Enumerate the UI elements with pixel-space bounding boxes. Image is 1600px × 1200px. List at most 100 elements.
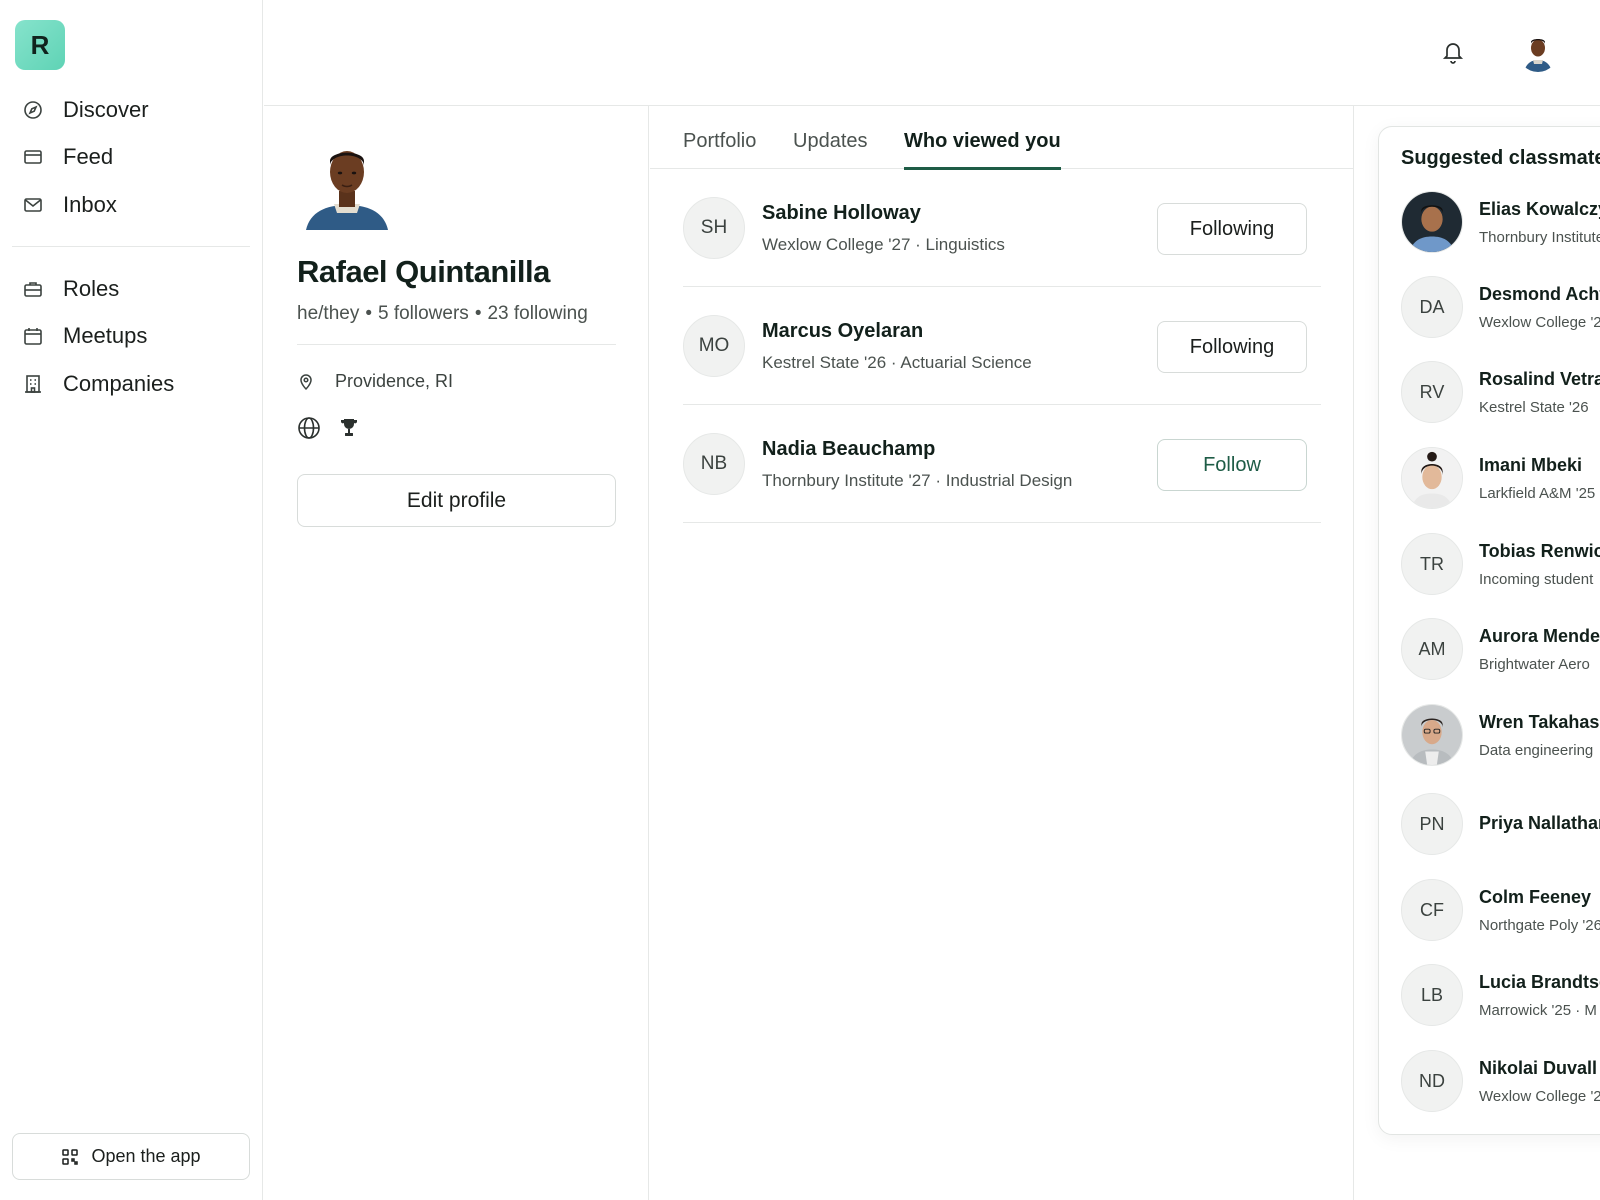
suggested-name[interactable]: Aurora Mendez	[1479, 626, 1600, 647]
nav-label: Companies	[63, 370, 175, 396]
viewer-row[interactable]: MO Marcus Oyelaran Kestrel State '26 · A…	[683, 287, 1321, 405]
meta-separator: •	[365, 303, 372, 324]
suggested-name[interactable]: Nikolai Duvall	[1479, 1058, 1597, 1079]
sidebar: R Discover Feed Inbox Roles Meetups Comp…	[0, 0, 263, 1200]
tab-updates[interactable]: Updates	[793, 130, 868, 167]
building-icon	[23, 374, 43, 394]
suggested-subtitle: Marrowick '25 · M	[1479, 1002, 1597, 1019]
suggested-name[interactable]: Colm Feeney	[1479, 887, 1591, 908]
viewer-row[interactable]: NB Nadia Beauchamp Thornbury Institute '…	[683, 405, 1321, 523]
nav-item-roles[interactable]: Roles	[12, 265, 250, 313]
suggested-item[interactable]: Imani Mbeki Larkfield A&M '25	[1401, 447, 1600, 511]
suggested-title: Suggested classmates	[1401, 147, 1600, 169]
suggested-item[interactable]: LB Lucia Brandtsen Marrowick '25 · M	[1401, 964, 1600, 1028]
suggested-item[interactable]: Wren Takahashi Data engineering	[1401, 704, 1600, 768]
suggested-photo-avatar	[1401, 191, 1463, 253]
suggested-photo-avatar	[1401, 704, 1463, 766]
suggested-avatar: CF	[1401, 879, 1463, 941]
nav-item-inbox[interactable]: Inbox	[12, 181, 250, 229]
followers-count[interactable]: 5 followers	[378, 303, 469, 324]
suggested-name[interactable]: Rosalind Vetrano	[1479, 369, 1600, 390]
profile-divider	[297, 344, 616, 345]
suggested-name[interactable]: Priya Nallathambi	[1479, 813, 1600, 834]
viewer-row[interactable]: SH Sabine Holloway Wexlow College '27 · …	[683, 169, 1321, 287]
suggested-item[interactable]: Elias Kowalczyk Thornbury Institute	[1401, 191, 1600, 255]
suggested-name[interactable]: Lucia Brandtsen	[1479, 972, 1600, 993]
suggested-item[interactable]: RV Rosalind Vetrano Kestrel State '26	[1401, 361, 1600, 425]
secondary-nav: Roles Meetups Companies	[12, 265, 250, 408]
globe-icon[interactable]	[297, 416, 321, 440]
open-app-button[interactable]: Open the app	[12, 1133, 250, 1180]
profile-pronouns: he/they	[297, 303, 360, 324]
viewer-subtitle: Wexlow College '27 · Linguistics	[762, 235, 1005, 254]
suggested-subtitle: Data engineering	[1479, 742, 1594, 759]
app-logo-letter: R	[30, 29, 50, 60]
nav-item-companies[interactable]: Companies	[12, 360, 250, 408]
viewer-avatar: SH	[683, 197, 745, 259]
main-panel: Portfolio Updates Who viewed you SH Sabi…	[650, 106, 1354, 1200]
tab-who-viewed-you[interactable]: Who viewed you	[904, 130, 1061, 170]
suggested-item[interactable]: TR Tobias Renwick Incoming student	[1401, 533, 1600, 597]
viewer-name[interactable]: Sabine Holloway	[762, 202, 921, 225]
viewer-name[interactable]: Marcus Oyelaran	[762, 320, 923, 343]
viewer-avatar: NB	[683, 433, 745, 495]
tab-portfolio[interactable]: Portfolio	[683, 130, 756, 167]
mail-icon	[23, 195, 43, 215]
suggested-avatar: AM	[1401, 618, 1463, 680]
suggested-subtitle: Thornbury Institute	[1479, 229, 1600, 246]
suggested-avatar: DA	[1401, 276, 1463, 338]
following-button[interactable]: Following	[1157, 321, 1307, 373]
viewer-name[interactable]: Nadia Beauchamp	[762, 438, 935, 461]
feed-card-icon	[23, 147, 43, 167]
viewer-subtitle: Thornbury Institute '27 · Industrial Des…	[762, 471, 1073, 490]
calendar-icon	[23, 326, 43, 346]
suggested-item[interactable]: DA Desmond Achterberg Wexlow College '27	[1401, 276, 1600, 340]
following-count[interactable]: 23 following	[487, 303, 587, 324]
suggested-subtitle: Wexlow College '27	[1479, 314, 1600, 331]
nav-divider	[12, 246, 250, 247]
suggested-avatar: RV	[1401, 361, 1463, 423]
nav-item-meetups[interactable]: Meetups	[12, 313, 250, 361]
suggested-subtitle: Kestrel State '26	[1479, 399, 1589, 416]
nav-item-discover[interactable]: Discover	[12, 86, 250, 134]
profile-name: Rafael Quintanilla	[297, 254, 550, 289]
nav-label: Feed	[63, 144, 114, 170]
trophy-icon[interactable]	[337, 416, 361, 440]
briefcase-icon	[23, 279, 43, 299]
follow-button[interactable]: Follow	[1157, 439, 1307, 491]
profile-links	[297, 416, 361, 440]
suggested-subtitle: Northgate Poly '26	[1479, 917, 1600, 934]
profile-tabs: Portfolio Updates Who viewed you	[650, 106, 1354, 170]
suggested-item[interactable]: PN Priya Nallathambi	[1401, 793, 1600, 857]
profile-photo	[304, 136, 390, 230]
suggested-subtitle: Wexlow College '26	[1479, 1088, 1600, 1105]
bell-icon[interactable]	[1441, 39, 1465, 65]
viewer-avatar: MO	[683, 315, 745, 377]
suggested-subtitle: Incoming student	[1479, 571, 1594, 588]
following-button[interactable]: Following	[1157, 203, 1307, 255]
open-app-label: Open the app	[91, 1146, 201, 1166]
suggested-avatar: PN	[1401, 793, 1463, 855]
profile-panel: Rafael Quintanilla he/they • 5 followers • 2…	[264, 106, 649, 1200]
profile-location: Providence, RI	[297, 371, 453, 392]
app-logo[interactable]: R	[15, 20, 65, 70]
suggested-name[interactable]: Elias Kowalczyk	[1479, 199, 1600, 220]
suggested-item[interactable]: ND Nikolai Duvall Wexlow College '26	[1401, 1050, 1600, 1114]
suggested-avatar: ND	[1401, 1050, 1463, 1112]
viewer-subtitle: Kestrel State '26 · Actuarial Science	[762, 353, 1032, 372]
suggested-photo-avatar	[1401, 447, 1463, 509]
nav-item-feed[interactable]: Feed	[12, 134, 250, 182]
edit-profile-button[interactable]: Edit profile	[297, 474, 616, 527]
user-avatar[interactable]	[1518, 32, 1558, 72]
profile-meta: he/they • 5 followers • 23 following	[297, 303, 588, 325]
suggested-item[interactable]: AM Aurora Mendez Brightwater Aero	[1401, 618, 1600, 682]
suggested-name[interactable]: Imani Mbeki	[1479, 455, 1582, 476]
suggested-name[interactable]: Wren Takahashi	[1479, 712, 1600, 733]
suggested-name[interactable]: Tobias Renwick	[1479, 541, 1600, 562]
qr-code-icon	[61, 1148, 79, 1166]
suggested-name[interactable]: Desmond Achterberg	[1479, 284, 1600, 305]
suggested-item[interactable]: CF Colm Feeney Northgate Poly '26	[1401, 879, 1600, 943]
nav-label: Inbox	[63, 191, 117, 217]
meta-separator: •	[474, 303, 482, 324]
top-bar	[264, 0, 1600, 106]
